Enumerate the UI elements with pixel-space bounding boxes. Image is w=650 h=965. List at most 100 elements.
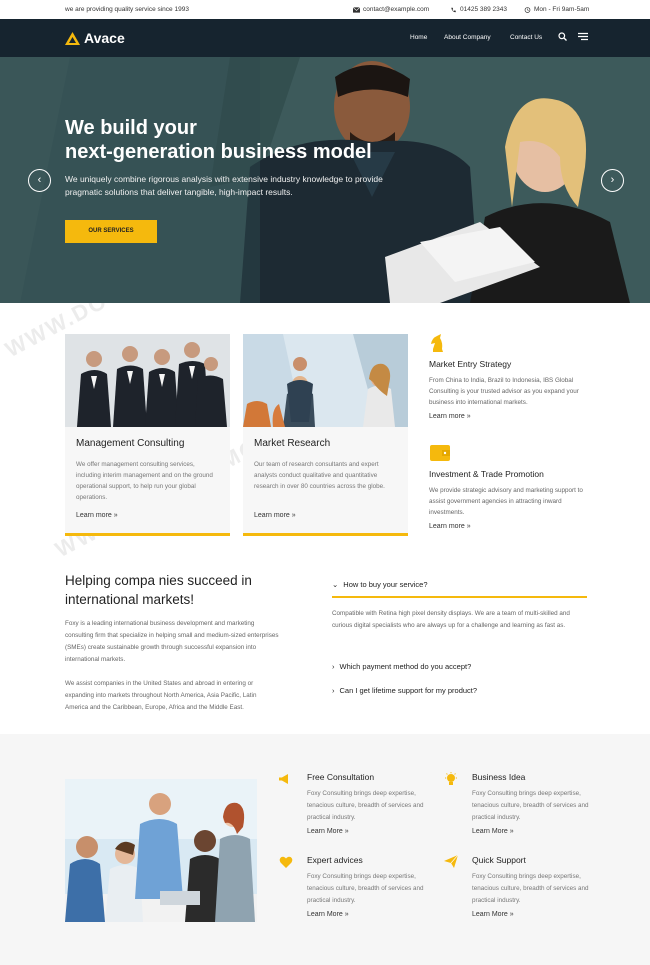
service-title: Investment & Trade Promotion bbox=[429, 469, 544, 479]
feature-title: Free Consultation bbox=[307, 772, 375, 782]
megaphone-icon bbox=[279, 774, 288, 784]
feature-title: Quick Support bbox=[472, 855, 526, 865]
hero-subtitle: We uniquely combine rigorous analysis wi… bbox=[65, 174, 383, 197]
faq-question-text: How to buy your service? bbox=[343, 580, 428, 589]
hours-info: Mon - Fri 9am-5am bbox=[524, 6, 589, 13]
learn-more-label: Learn More bbox=[307, 911, 343, 918]
learn-more-label: Learn more bbox=[429, 523, 465, 530]
email-contact[interactable]: contact@example.com bbox=[353, 6, 429, 13]
feature-text: Foxy Consulting brings deep expertise, t… bbox=[307, 873, 424, 904]
service-text: From China to India, Brazil to Indonesia… bbox=[429, 377, 579, 406]
features-section: Free Consultation Foxy Consulting brings… bbox=[0, 734, 650, 965]
team-meeting-photo bbox=[65, 779, 257, 922]
learn-more-label: Learn More bbox=[472, 911, 508, 918]
faq-question-open[interactable]: ⌄ How to buy your service? bbox=[332, 580, 428, 589]
service-card-market-research[interactable]: Market Research Our team of research con… bbox=[243, 334, 408, 536]
learn-more-link[interactable]: Learn More » bbox=[307, 911, 437, 918]
slider-prev-arrow[interactable]: ‹ bbox=[28, 169, 51, 192]
phone-text[interactable]: 01425 389 2343 bbox=[460, 6, 507, 13]
brand-name: Avace bbox=[84, 30, 125, 46]
clock-icon bbox=[524, 6, 531, 13]
feature-title: Expert advices bbox=[307, 855, 363, 865]
feature-text: Foxy Consulting brings deep expertise, t… bbox=[307, 790, 424, 821]
heart-icon bbox=[279, 856, 293, 868]
service-card-text: We offer management consulting services,… bbox=[76, 461, 213, 501]
wallet-icon bbox=[430, 445, 450, 461]
top-bar: we are providing quality service since 1… bbox=[0, 0, 650, 19]
faq-question-text: Can I get lifetime support for my produc… bbox=[339, 686, 478, 695]
double-chevron-icon: » bbox=[113, 512, 118, 519]
about-paragraph: We assist companies in the United States… bbox=[65, 680, 257, 711]
lightbulb-icon bbox=[445, 772, 457, 785]
feature-text: Foxy Consulting brings deep expertise, t… bbox=[472, 873, 589, 904]
learn-more-link[interactable]: Learn More » bbox=[472, 911, 602, 918]
double-chevron-icon: » bbox=[291, 512, 296, 519]
logo-triangle-icon bbox=[65, 31, 80, 45]
feature-business-idea[interactable]: Business Idea Foxy Consulting brings dee… bbox=[445, 772, 602, 835]
chess-knight-icon bbox=[431, 334, 443, 352]
email-text[interactable]: contact@example.com bbox=[363, 6, 429, 13]
chevron-right-icon: › bbox=[332, 686, 335, 695]
chevron-down-icon: ⌄ bbox=[332, 580, 339, 589]
faq-answer: Compatible with Retina high pixel densit… bbox=[332, 610, 570, 629]
service-card-title: Market Research bbox=[254, 438, 331, 449]
service-card-text: Our team of research consultants and exp… bbox=[254, 461, 385, 490]
double-chevron-icon: » bbox=[344, 828, 349, 835]
nav-contact-us[interactable]: Contact Us bbox=[510, 34, 542, 41]
faq-question[interactable]: › Which payment method do you accept? bbox=[332, 662, 471, 671]
about-heading: Helping compa nies succeed in internatio… bbox=[65, 573, 252, 607]
slider-next-arrow[interactable]: › bbox=[601, 169, 624, 192]
phone-contact[interactable]: 01425 389 2343 bbox=[450, 6, 507, 13]
double-chevron-icon: » bbox=[466, 523, 471, 530]
double-chevron-icon: » bbox=[466, 413, 471, 420]
faq-question-text: Which payment method do you accept? bbox=[339, 662, 472, 671]
service-investment-trade[interactable]: Investment & Trade Promotion We provide … bbox=[429, 443, 589, 530]
learn-more-label: Learn more bbox=[254, 512, 290, 519]
feature-title: Business Idea bbox=[472, 772, 526, 782]
presentation-photo bbox=[243, 334, 408, 427]
service-market-entry[interactable]: Market Entry Strategy From China to Indi… bbox=[429, 333, 589, 420]
hero-title-line2: next-generation business model bbox=[65, 141, 372, 163]
feature-expert-advices[interactable]: Expert advices Foxy Consulting brings de… bbox=[279, 855, 437, 918]
learn-more-link[interactable]: Learn more » bbox=[76, 512, 118, 519]
service-title: Market Entry Strategy bbox=[429, 359, 512, 369]
double-chevron-icon: » bbox=[509, 828, 514, 835]
learn-more-label: Learn more bbox=[76, 512, 112, 519]
hero-slider: We build your next-generation business m… bbox=[0, 57, 650, 303]
phone-icon bbox=[451, 7, 456, 12]
learn-more-link[interactable]: Learn More » bbox=[472, 828, 602, 835]
nav-about-company[interactable]: About Company bbox=[444, 34, 491, 41]
learn-more-label: Learn More bbox=[307, 828, 343, 835]
nav-home[interactable]: Home bbox=[410, 34, 427, 41]
learn-more-link[interactable]: Learn More » bbox=[307, 828, 437, 835]
learn-more-label: Learn More bbox=[472, 828, 508, 835]
learn-more-link[interactable]: Learn more » bbox=[429, 523, 589, 530]
menu-icon[interactable] bbox=[578, 32, 588, 41]
hours-text: Mon - Fri 9am-5am bbox=[534, 6, 590, 13]
service-card-management[interactable]: Management Consulting We offer managemen… bbox=[65, 334, 230, 536]
feature-quick-support[interactable]: Quick Support Foxy Consulting brings dee… bbox=[444, 855, 602, 918]
learn-more-link[interactable]: Learn more » bbox=[254, 512, 296, 519]
chevron-right-icon: › bbox=[332, 662, 335, 671]
service-card-title: Management Consulting bbox=[76, 438, 185, 449]
search-icon[interactable] bbox=[558, 32, 567, 41]
learn-more-label: Learn more bbox=[429, 413, 465, 420]
hero-title: We build your next-generation business m… bbox=[65, 116, 425, 164]
hero-title-line1: We build your bbox=[65, 117, 197, 139]
service-text: We provide strategic advisory and market… bbox=[429, 487, 583, 516]
double-chevron-icon: » bbox=[344, 911, 349, 918]
envelope-icon bbox=[353, 6, 360, 13]
tagline: we are providing quality service since 1… bbox=[65, 6, 189, 13]
paper-plane-icon bbox=[444, 855, 458, 868]
faq-question[interactable]: › Can I get lifetime support for my prod… bbox=[332, 686, 477, 695]
our-services-button[interactable]: OUR SERVICES bbox=[65, 220, 157, 243]
faq-divider bbox=[332, 596, 587, 598]
main-header: Avace Home About Company Contact Us bbox=[0, 19, 650, 57]
brand-logo[interactable]: Avace bbox=[65, 30, 125, 46]
double-chevron-icon: » bbox=[509, 911, 514, 918]
business-team-photo bbox=[65, 334, 230, 427]
about-paragraph: Foxy is a leading international business… bbox=[65, 620, 279, 663]
feature-free-consultation[interactable]: Free Consultation Foxy Consulting brings… bbox=[279, 772, 437, 835]
learn-more-link[interactable]: Learn more » bbox=[429, 413, 589, 420]
feature-text: Foxy Consulting brings deep expertise, t… bbox=[472, 790, 589, 821]
